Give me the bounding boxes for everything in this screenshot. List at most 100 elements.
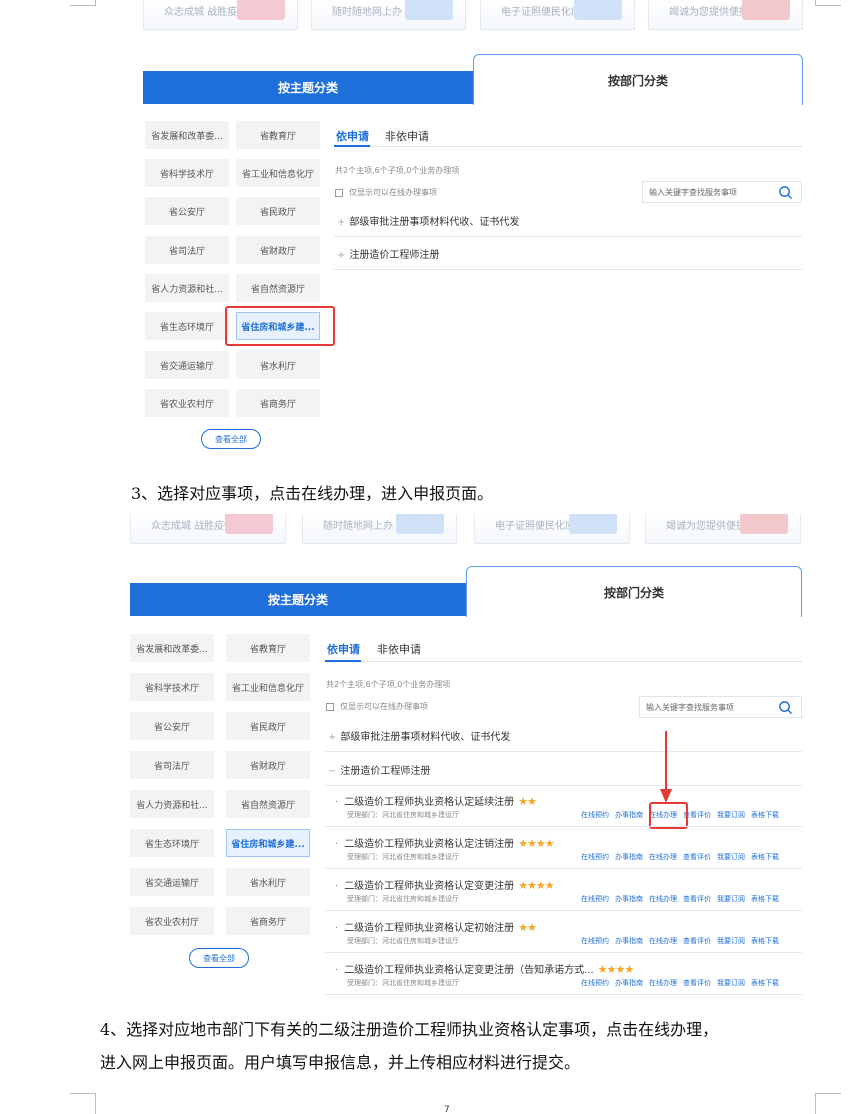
category-item-expanded[interactable]: − 注册造价工程师注册 [328, 762, 430, 777]
action-handle-online[interactable]: 在线办理 [649, 978, 677, 988]
expand-plus-icon[interactable]: + [337, 250, 345, 261]
dept-button[interactable]: 省农业农村厅 [145, 389, 229, 417]
banner-card[interactable]: 随时随地网上办 [311, 0, 466, 30]
action-book-online[interactable]: 在线预约 [581, 810, 609, 820]
service-item[interactable]: · 二级造价工程师执业资格认定变更注册（告知承诺方式... ★★★★ [335, 961, 634, 976]
action-subscribe[interactable]: 我要订阅 [717, 852, 745, 862]
action-handle-online[interactable]: 在线办理 [649, 852, 677, 862]
service-item-title[interactable]: 二级造价工程师执业资格认定延续注册 [344, 797, 514, 808]
dept-button[interactable]: 省水利厅 [226, 868, 310, 896]
banner-card[interactable]: 竭诚为您提供便捷服务 [645, 514, 801, 544]
dept-button[interactable]: 省民政厅 [236, 197, 320, 225]
action-guide[interactable]: 办事指南 [615, 936, 643, 946]
action-book-online[interactable]: 在线预约 [581, 852, 609, 862]
dept-button[interactable]: 省司法厅 [130, 751, 214, 779]
action-handle-online[interactable]: 在线办理 [649, 894, 677, 904]
service-item[interactable]: · 二级造价工程师执业资格认定变更注册 ★★★★ [335, 877, 555, 892]
action-handle-online[interactable]: 在线办理 [649, 936, 677, 946]
action-view-reviews[interactable]: 查看评价 [683, 894, 711, 904]
action-view-reviews[interactable]: 查看评价 [683, 978, 711, 988]
tab-theme[interactable]: 按主题分类 [130, 583, 466, 616]
dept-button[interactable]: 省教育厅 [236, 121, 320, 149]
search-icon[interactable] [778, 185, 793, 200]
dept-button[interactable]: 省商务厅 [236, 389, 320, 417]
dept-button[interactable]: 省生态环境厅 [145, 312, 229, 340]
dept-button[interactable]: 省人力资源和社... [145, 274, 229, 302]
service-item-title[interactable]: 二级造价工程师执业资格认定注销注册 [344, 839, 514, 850]
view-all-button[interactable]: 查看全部 [201, 429, 261, 449]
view-all-button[interactable]: 查看全部 [189, 948, 249, 968]
action-view-reviews[interactable]: 查看评价 [683, 852, 711, 862]
collapse-minus-icon[interactable]: − [328, 766, 336, 777]
service-item-title[interactable]: 二级造价工程师执业资格认定变更注册（告知承诺方式... [344, 965, 594, 976]
search-icon[interactable] [778, 700, 793, 715]
dept-button[interactable]: 省公安厅 [145, 197, 229, 225]
action-view-reviews[interactable]: 查看评价 [683, 936, 711, 946]
banner-card[interactable]: 众志成城 战胜疫情 [130, 514, 286, 544]
dept-button[interactable]: 省科学技术厅 [130, 673, 214, 701]
banner-card[interactable]: 电子证照便民化应用 [480, 0, 635, 30]
action-guide[interactable]: 办事指南 [615, 810, 643, 820]
online-only-checkbox[interactable]: 仅显示可以在线办理事项 [335, 187, 437, 198]
dept-button[interactable]: 省交通运输厅 [130, 868, 214, 896]
action-guide[interactable]: 办事指南 [615, 852, 643, 862]
service-item[interactable]: · 二级造价工程师执业资格认定初始注册 ★★ [335, 919, 537, 934]
action-guide[interactable]: 办事指南 [615, 978, 643, 988]
action-download-forms[interactable]: 表格下载 [751, 936, 779, 946]
action-download-forms[interactable]: 表格下载 [751, 810, 779, 820]
banner-card[interactable]: 竭诚为您提供便捷服务 [648, 0, 803, 30]
dept-button[interactable]: 省水利厅 [236, 351, 320, 379]
tab-dept[interactable]: 按部门分类 [466, 566, 802, 617]
action-subscribe[interactable]: 我要订阅 [717, 894, 745, 904]
service-item-title[interactable]: 二级造价工程师执业资格认定初始注册 [344, 923, 514, 934]
dept-button[interactable]: 省农业农村厅 [130, 907, 214, 935]
banner-card[interactable]: 电子证照便民化应用 [474, 514, 630, 544]
banner-card[interactable]: 众志成城 战胜疫情 [143, 0, 298, 30]
action-book-online[interactable]: 在线预约 [581, 894, 609, 904]
dept-button[interactable]: 省自然资源厅 [226, 790, 310, 818]
tab-by-application[interactable]: 依申请 [327, 641, 360, 657]
service-item-title[interactable]: 二级造价工程师执业资格认定变更注册 [344, 881, 514, 892]
dept-button[interactable]: 省公安厅 [130, 712, 214, 740]
tab-non-application[interactable]: 非依申请 [385, 128, 429, 144]
dept-button[interactable]: 省生态环境厅 [130, 829, 214, 857]
search-input[interactable]: 输入关键字查找服务事项 [639, 696, 802, 718]
checkbox-icon[interactable] [326, 702, 334, 711]
service-item[interactable]: · 二级造价工程师执业资格认定延续注册 ★★ [335, 793, 537, 808]
action-book-online[interactable]: 在线预约 [581, 978, 609, 988]
action-book-online[interactable]: 在线预约 [581, 936, 609, 946]
dept-button[interactable]: 省财政厅 [226, 751, 310, 779]
dept-button[interactable]: 省财政厅 [236, 236, 320, 264]
expand-plus-icon[interactable]: + [328, 732, 336, 743]
category-item[interactable]: + 注册造价工程师注册 [337, 246, 439, 261]
dept-button[interactable]: 省交通运输厅 [145, 351, 229, 379]
dept-button[interactable]: 省发展和改革委... [145, 121, 229, 149]
search-input[interactable]: 输入关键字查找服务事项 [642, 181, 802, 203]
service-item[interactable]: · 二级造价工程师执业资格认定注销注册 ★★★★ [335, 835, 555, 850]
category-item[interactable]: + 部级审批注册事项材料代收、证书代发 [328, 728, 510, 743]
action-download-forms[interactable]: 表格下载 [751, 894, 779, 904]
dept-button[interactable]: 省发展和改革委... [130, 634, 214, 662]
dept-button[interactable]: 省司法厅 [145, 236, 229, 264]
dept-button[interactable]: 省民政厅 [226, 712, 310, 740]
dept-button[interactable]: 省工业和信息化厅 [236, 159, 320, 187]
tab-dept[interactable]: 按部门分类 [473, 54, 803, 105]
action-guide[interactable]: 办事指南 [615, 894, 643, 904]
action-download-forms[interactable]: 表格下载 [751, 852, 779, 862]
action-subscribe[interactable]: 我要订阅 [717, 810, 745, 820]
action-download-forms[interactable]: 表格下载 [751, 978, 779, 988]
dept-button[interactable]: 省商务厅 [226, 907, 310, 935]
dept-button[interactable]: 省人力资源和社... [130, 790, 214, 818]
tab-theme[interactable]: 按主题分类 [143, 71, 473, 104]
action-subscribe[interactable]: 我要订阅 [717, 936, 745, 946]
dept-button[interactable]: 省教育厅 [226, 634, 310, 662]
online-only-checkbox[interactable]: 仅显示可以在线办理事项 [326, 701, 428, 712]
checkbox-icon[interactable] [335, 188, 343, 197]
category-item[interactable]: + 部级审批注册事项材料代收、证书代发 [337, 213, 519, 228]
dept-button[interactable]: 省科学技术厅 [145, 159, 229, 187]
expand-plus-icon[interactable]: + [337, 217, 345, 228]
dept-button-selected[interactable]: 省住房和城乡建... [226, 829, 310, 857]
dept-button[interactable]: 省工业和信息化厅 [226, 673, 310, 701]
action-subscribe[interactable]: 我要订阅 [717, 978, 745, 988]
tab-non-application[interactable]: 非依申请 [377, 641, 421, 657]
